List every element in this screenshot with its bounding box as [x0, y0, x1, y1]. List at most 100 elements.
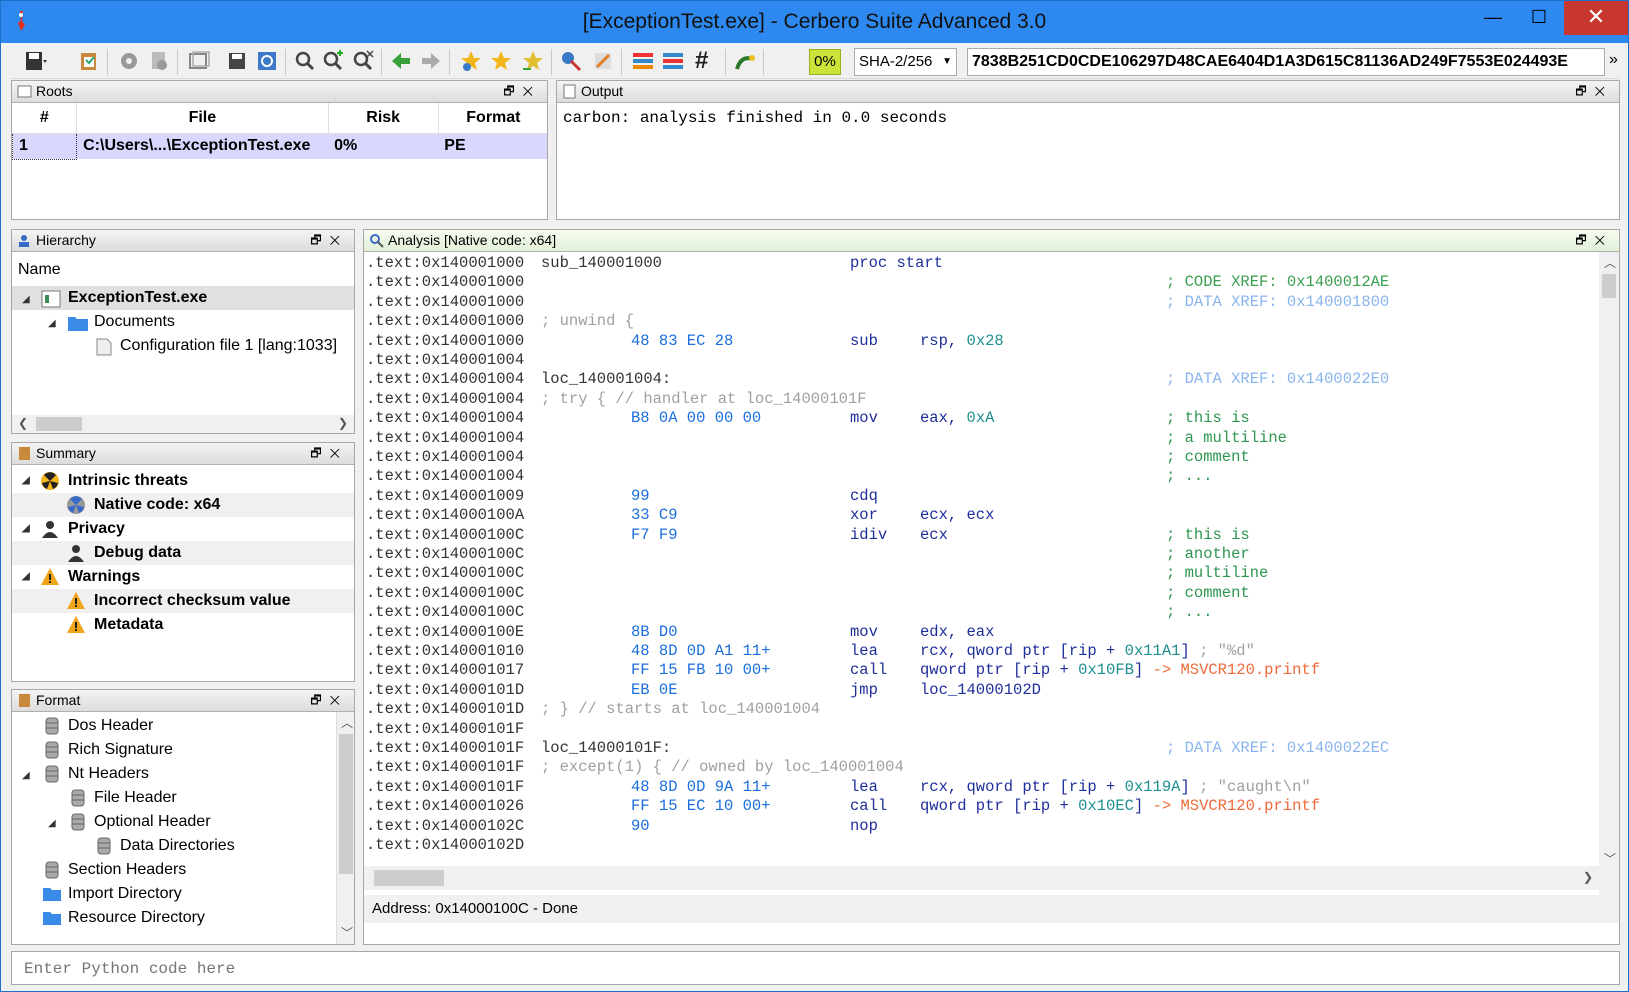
panel-close-icon[interactable]: ✕: [330, 233, 348, 247]
save-report-icon[interactable]: [225, 49, 249, 73]
python-shell-icon[interactable]: [733, 49, 757, 73]
bookmark-star-icon[interactable]: [459, 49, 483, 73]
scroll-left-icon[interactable]: ❮: [18, 416, 28, 430]
float-icon[interactable]: 🗗: [310, 446, 329, 460]
code-line[interactable]: .text:0x140001000 sub_140001000 proc start: [364, 253, 1599, 273]
code-line[interactable]: .text:0x140001000 ; CODE XREF: 0x1400012A…: [364, 272, 1599, 292]
search-clear-icon[interactable]: [351, 49, 375, 73]
float-icon[interactable]: 🗗: [1575, 233, 1594, 247]
format-tree-item[interactable]: Nt Headers: [68, 762, 149, 786]
toolbar-overflow-icon[interactable]: »: [1609, 51, 1618, 69]
panel-close-icon[interactable]: ✕: [330, 693, 348, 707]
float-icon[interactable]: 🗗: [310, 693, 329, 707]
code-line[interactable]: .text:0x140001026 FF 15 EC 10 00+ call qwor…: [364, 796, 1599, 816]
scroll-up-icon[interactable]: ︿: [341, 714, 353, 731]
code-line[interactable]: .text:0x140001004 ; ...: [364, 466, 1599, 486]
tree-item-exe[interactable]: ExceptionTest.exe: [68, 286, 207, 310]
code-line[interactable]: .text:0x14000100A 33 C9 xor ecx, ecx: [364, 505, 1599, 525]
code-line[interactable]: .text:0x14000100C ; multiline: [364, 563, 1599, 583]
back-arrow-icon[interactable]: [389, 49, 413, 73]
expand-icon[interactable]: ◢: [22, 770, 30, 781]
minimize-button[interactable]: —: [1470, 1, 1516, 35]
python-input[interactable]: [24, 957, 1604, 981]
scroll-right-icon[interactable]: ❯: [1583, 870, 1593, 884]
code-line[interactable]: .text:0x14000102D: [364, 835, 1599, 855]
forward-arrow-icon[interactable]: [419, 49, 443, 73]
code-line[interactable]: .text:0x140001010 48 8D 0D A1 11+ lea rcx, …: [364, 641, 1599, 661]
expand-icon[interactable]: ◢: [48, 818, 56, 829]
table-row[interactable]: 1 C:\Users\...\ExceptionTest.exe 0% PE: [12, 132, 547, 160]
code-line[interactable]: .text:0x140001000 ; DATA XREF: 0x14000180…: [364, 292, 1599, 312]
tree-item-config[interactable]: Configuration file 1 [lang:1033]: [120, 334, 337, 358]
close-button[interactable]: ✕: [1564, 1, 1628, 35]
float-icon[interactable]: 🗗: [310, 233, 329, 247]
code-line[interactable]: .text:0x14000101F loc_14000101F: ; DATA XR…: [364, 738, 1599, 758]
clipboard-icon[interactable]: [77, 49, 101, 73]
scroll-down-icon[interactable]: ﹀: [341, 924, 353, 941]
hash-value-field[interactable]: 7838B251CD0CDE106297D48CAE6404D1A3D615C8…: [967, 48, 1605, 76]
edit-pencil-icon[interactable]: [591, 49, 615, 73]
star-next-icon[interactable]: [521, 49, 545, 73]
code-line[interactable]: .text:0x140001009 99 cdq: [364, 486, 1599, 506]
code-line[interactable]: .text:0x14000100C F7 F9 idiv ecx ; this is: [364, 525, 1599, 545]
summary-item[interactable]: Metadata: [12, 613, 354, 637]
vertical-scrollbar[interactable]: ︿ ﹀: [1599, 252, 1619, 920]
summary-item[interactable]: Debug data: [12, 541, 354, 565]
code-line[interactable]: .text:0x14000101F: [364, 719, 1599, 739]
panel-close-icon[interactable]: ✕: [1595, 84, 1613, 98]
hash-algorithm-select[interactable]: SHA-2/256 ▼: [854, 48, 957, 76]
hash-icon[interactable]: #: [695, 47, 708, 75]
float-icon[interactable]: 🗗: [1575, 84, 1594, 98]
tools-icon[interactable]: [559, 49, 583, 73]
format-tree-item[interactable]: Data Directories: [120, 834, 235, 858]
search-next-icon[interactable]: [321, 49, 345, 73]
format-tree-item[interactable]: Resource Directory: [68, 906, 205, 930]
horizontal-scrollbar[interactable]: ❯: [364, 866, 1619, 890]
star-icon[interactable]: [489, 49, 513, 73]
col-risk[interactable]: Risk: [328, 103, 439, 134]
code-line[interactable]: .text:0x140001004 loc_140001004: ; DATA XR…: [364, 369, 1599, 389]
col-num[interactable]: #: [12, 103, 78, 134]
summary-group[interactable]: ◢ Privacy: [12, 517, 354, 541]
code-line[interactable]: .text:0x14000101F ; except(1) { // owned …: [364, 757, 1599, 777]
vertical-scrollbar[interactable]: ︿ ﹀: [336, 712, 354, 944]
format-tree-item[interactable]: Import Directory: [68, 882, 182, 906]
maximize-button[interactable]: ☐: [1516, 1, 1562, 35]
col-file[interactable]: File: [76, 103, 329, 134]
format-tree-item[interactable]: Optional Header: [94, 810, 211, 834]
scroll-down-icon[interactable]: ﹀: [1604, 850, 1616, 867]
code-line[interactable]: .text:0x140001004 ; a multiline: [364, 428, 1599, 448]
panel-close-icon[interactable]: ✕: [330, 446, 348, 460]
code-line[interactable]: .text:0x140001017 FF 15 FB 10 00+ call qwor…: [364, 660, 1599, 680]
code-line[interactable]: .text:0x140001004: [364, 350, 1599, 370]
windows-icon[interactable]: [187, 49, 211, 73]
code-line[interactable]: .text:0x14000100C ; ...: [364, 602, 1599, 622]
expand-icon[interactable]: ◢: [48, 318, 56, 329]
code-line[interactable]: .text:0x140001000 ; unwind {: [364, 311, 1599, 331]
code-line[interactable]: .text:0x14000102C 90 nop: [364, 816, 1599, 836]
tree-item-documents[interactable]: Documents: [94, 310, 175, 334]
summary-item[interactable]: Incorrect checksum value: [12, 589, 354, 613]
code-line[interactable]: .text:0x14000101F 48 8D 0D 9A 11+ lea rcx, …: [364, 777, 1599, 797]
code-line[interactable]: .text:0x140001000 48 83 EC 28 sub rsp, 0x28: [364, 331, 1599, 351]
plugin-gear-icon[interactable]: [147, 49, 171, 73]
refresh-icon[interactable]: [255, 49, 279, 73]
code-line[interactable]: .text:0x14000100C ; comment: [364, 583, 1599, 603]
code-line[interactable]: .text:0x14000100E 8B D0 mov edx, eax: [364, 622, 1599, 642]
panel-close-icon[interactable]: ✕: [523, 84, 541, 98]
format-tree-item[interactable]: Section Headers: [68, 858, 186, 882]
code-line[interactable]: .text:0x140001004 ; try { // handler at l…: [364, 389, 1599, 409]
layout-icon[interactable]: [661, 49, 685, 73]
code-line[interactable]: .text:0x140001004 B8 0A 00 00 00 mov eax, 0…: [364, 408, 1599, 428]
code-line[interactable]: .text:0x14000100C ; another: [364, 544, 1599, 564]
settings-gear-icon[interactable]: [117, 49, 141, 73]
panel-close-icon[interactable]: ✕: [1595, 233, 1613, 247]
code-line[interactable]: .text:0x14000101D ; } // starts at loc_14…: [364, 699, 1599, 719]
disassembly-view[interactable]: .text:0x140001000 sub_140001000 proc start…: [364, 252, 1599, 912]
format-tree-item[interactable]: Dos Header: [68, 714, 153, 738]
format-tree-item[interactable]: Rich Signature: [68, 738, 173, 762]
summary-group[interactable]: ◢ Warnings: [12, 565, 354, 589]
summary-item[interactable]: Native code: x64: [12, 493, 354, 517]
save-icon[interactable]: [23, 49, 47, 73]
code-line[interactable]: .text:0x140001004 ; comment: [364, 447, 1599, 467]
